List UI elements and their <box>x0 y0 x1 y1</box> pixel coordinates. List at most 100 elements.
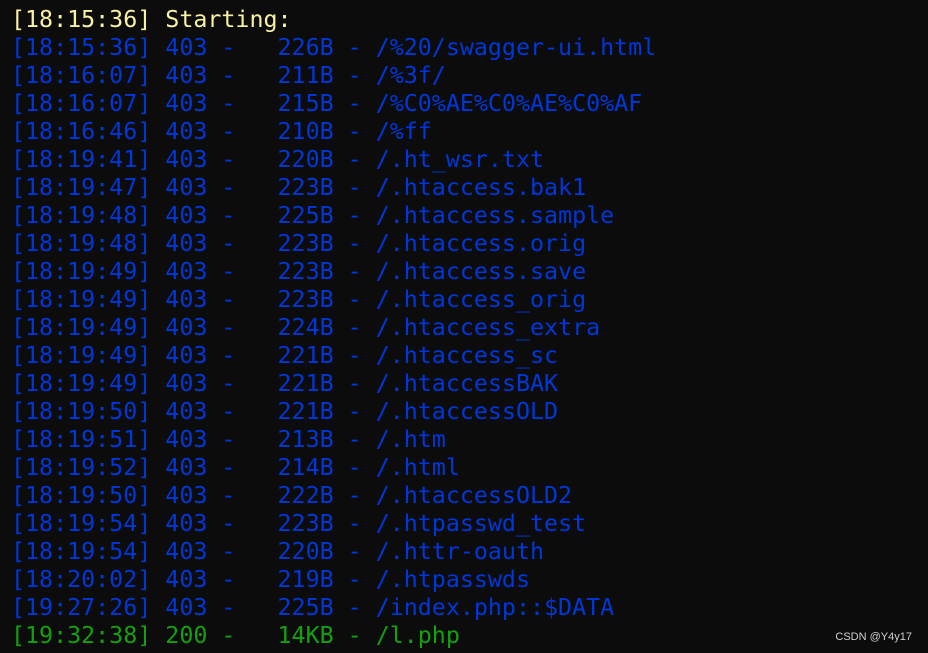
log-line: [19:32:38] 200 - 14KB - /l.php <box>11 622 460 649</box>
log-path: /.httr-oauth <box>375 538 545 565</box>
log-line: [18:16:46] 403 - 210B - /%ff <box>11 118 432 145</box>
log-line: [18:19:50] 403 - 222B - /.htaccessOLD2 <box>11 482 573 509</box>
log-status: 403 <box>165 538 208 565</box>
log-path: /.htaccess.sample <box>375 202 615 229</box>
log-time: [18:19:48] <box>11 230 152 257</box>
log-path: /.htaccess_extra <box>375 314 601 341</box>
log-line: [18:19:49] 403 - 223B - /.htaccess.save <box>11 258 587 285</box>
log-path: /.htaccessOLD2 <box>375 482 573 509</box>
log-status: 403 <box>165 426 208 453</box>
log-status: 403 <box>165 482 208 509</box>
log-rows: [18:15:36] 403 - 226B - /%20/swagger-ui.… <box>11 34 928 650</box>
log-size: 221B <box>277 398 334 425</box>
log-status: 403 <box>165 286 208 313</box>
log-time: [18:19:49] <box>11 342 152 369</box>
log-line: [18:19:49] 403 - 223B - /.htaccess_orig <box>11 286 587 313</box>
log-time: [18:19:47] <box>11 174 152 201</box>
log-size: 223B <box>277 174 334 201</box>
log-path: /.ht_wsr.txt <box>375 146 545 173</box>
log-line: [19:27:26] 403 - 225B - /index.php::$DAT… <box>11 594 615 621</box>
log-time: [18:19:54] <box>11 510 152 537</box>
log-time: [18:19:51] <box>11 426 152 453</box>
log-line: [18:19:54] 403 - 223B - /.htpasswd_test <box>11 510 587 537</box>
log-path: /.htpasswd_test <box>375 510 587 537</box>
log-status: 403 <box>165 370 208 397</box>
log-size: 225B <box>277 202 334 229</box>
log-time: [18:19:49] <box>11 258 152 285</box>
log-time: [18:15:36] <box>11 34 152 61</box>
header-line: [18:15:36] Starting: <box>11 6 928 34</box>
watermark: CSDN @Y4y17 <box>835 631 912 643</box>
log-status: 403 <box>165 202 208 229</box>
log-status: 403 <box>165 510 208 537</box>
log-status: 403 <box>165 594 208 621</box>
log-size: 214B <box>277 454 334 481</box>
log-status: 403 <box>165 90 208 117</box>
log-status: 403 <box>165 566 208 593</box>
log-size: 215B <box>277 90 334 117</box>
log-size: 220B <box>277 146 334 173</box>
header-text: Starting: <box>165 6 292 33</box>
terminal-output[interactable]: [18:15:36] Starting: [18:15:36] 403 - 22… <box>0 6 928 650</box>
log-line: [18:19:49] 403 - 221B - /.htaccess_sc <box>11 342 559 369</box>
log-status: 200 <box>165 622 208 649</box>
log-path: /.htaccess.bak1 <box>375 174 587 201</box>
log-line: [18:19:48] 403 - 225B - /.htaccess.sampl… <box>11 202 615 229</box>
log-size: 225B <box>277 594 334 621</box>
log-size: 219B <box>277 566 334 593</box>
log-path: /.htaccess_sc <box>375 342 559 369</box>
log-size: 213B <box>277 426 334 453</box>
log-path: /%C0%AE%C0%AE%C0%AF <box>375 90 643 117</box>
log-status: 403 <box>165 174 208 201</box>
log-size: 226B <box>277 34 334 61</box>
log-line: [18:19:41] 403 - 220B - /.ht_wsr.txt <box>11 146 545 173</box>
log-line: [18:19:50] 403 - 221B - /.htaccessOLD <box>11 398 559 425</box>
log-status: 403 <box>165 230 208 257</box>
log-line: [18:19:52] 403 - 214B - /.html <box>11 454 460 481</box>
log-size: 223B <box>277 230 334 257</box>
header-time: [18:15:36] <box>11 6 152 33</box>
log-line: [18:19:51] 403 - 213B - /.htm <box>11 426 446 453</box>
log-time: [19:32:38] <box>11 622 152 649</box>
log-path: /.htaccess.orig <box>375 230 587 257</box>
log-size: 221B <box>277 342 334 369</box>
log-status: 403 <box>165 342 208 369</box>
log-size: 14KB <box>277 622 334 649</box>
log-time: [18:16:07] <box>11 62 152 89</box>
log-time: [18:20:02] <box>11 566 152 593</box>
log-path: /.htaccessBAK <box>375 370 559 397</box>
log-line: [18:15:36] 403 - 226B - /%20/swagger-ui.… <box>11 34 657 61</box>
log-path: /%3f/ <box>375 62 446 89</box>
log-line: [18:19:49] 403 - 221B - /.htaccessBAK <box>11 370 559 397</box>
log-path: /.htaccess.save <box>375 258 587 285</box>
log-status: 403 <box>165 146 208 173</box>
log-status: 403 <box>165 118 208 145</box>
log-line: [18:19:54] 403 - 220B - /.httr-oauth <box>11 538 545 565</box>
log-time: [18:19:49] <box>11 314 152 341</box>
log-size: 224B <box>277 314 334 341</box>
log-time: [18:19:49] <box>11 286 152 313</box>
log-path: /.htaccess_orig <box>375 286 587 313</box>
log-size: 221B <box>277 370 334 397</box>
log-line: [18:16:07] 403 - 215B - /%C0%AE%C0%AE%C0… <box>11 90 643 117</box>
log-path: /%ff <box>375 118 432 145</box>
log-time: [18:19:49] <box>11 370 152 397</box>
log-size: 211B <box>277 62 334 89</box>
log-line: [18:16:07] 403 - 211B - /%3f/ <box>11 62 446 89</box>
log-line: [18:20:02] 403 - 219B - /.htpasswds <box>11 566 530 593</box>
log-size: 220B <box>277 538 334 565</box>
log-time: [18:19:41] <box>11 146 152 173</box>
log-path: /.htaccessOLD <box>375 398 559 425</box>
log-time: [18:19:52] <box>11 454 152 481</box>
log-time: [18:19:50] <box>11 398 152 425</box>
log-time: [18:19:50] <box>11 482 152 509</box>
log-size: 223B <box>277 510 334 537</box>
log-time: [18:19:48] <box>11 202 152 229</box>
log-size: 222B <box>277 482 334 509</box>
log-path: /.html <box>375 454 460 481</box>
log-status: 403 <box>165 34 208 61</box>
log-time: [18:16:46] <box>11 118 152 145</box>
log-size: 223B <box>277 258 334 285</box>
log-status: 403 <box>165 454 208 481</box>
log-time: [18:19:54] <box>11 538 152 565</box>
